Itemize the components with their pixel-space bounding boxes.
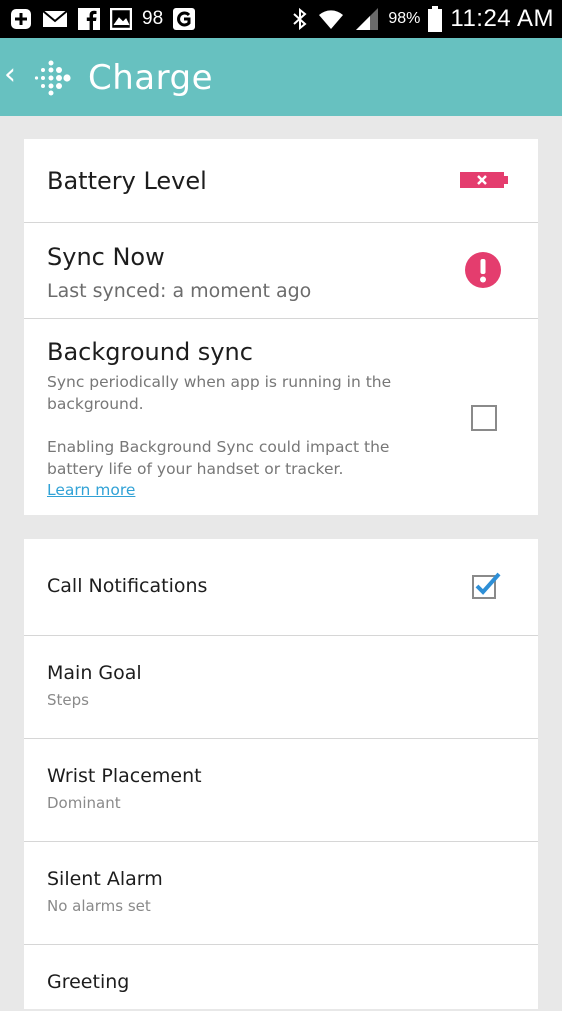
app-bar: ‹ Charge <box>0 38 562 116</box>
background-sync-warning: Enabling Background Sync could impact th… <box>47 438 390 478</box>
facebook-icon <box>78 8 100 30</box>
background-sync-row: Background sync Sync periodically when a… <box>24 319 538 515</box>
fitbit-logo-icon[interactable] <box>34 58 74 98</box>
main-goal-row[interactable]: Main Goal Steps <box>24 636 538 739</box>
chevron-left-icon[interactable]: ‹ <box>4 58 16 92</box>
call-notifications-row[interactable]: Call Notifications <box>24 539 538 636</box>
clock: 11:24 AM <box>450 5 554 32</box>
call-notifications-checkbox[interactable] <box>472 571 502 603</box>
silent-alarm-label: Silent Alarm <box>47 868 163 890</box>
status-bar-right: 98% 11:24 AM <box>292 0 554 38</box>
wrist-placement-value: Dominant <box>47 794 121 812</box>
g-icon <box>173 8 196 30</box>
status-bar-left: 98 <box>10 0 196 38</box>
temperature-text: 98 <box>142 8 164 29</box>
bluetooth-icon <box>292 7 308 31</box>
background-sync-label: Background sync <box>47 338 253 366</box>
silent-alarm-value: No alarms set <box>47 897 151 915</box>
mail-icon <box>42 9 68 29</box>
gallery-icon <box>110 8 132 30</box>
battery-icon <box>428 6 443 32</box>
background-sync-checkbox[interactable] <box>471 405 497 431</box>
wrist-placement-row[interactable]: Wrist Placement Dominant <box>24 739 538 842</box>
main-goal-label: Main Goal <box>47 662 142 684</box>
silent-alarm-row[interactable]: Silent Alarm No alarms set <box>24 842 538 945</box>
learn-more-link[interactable]: Learn more <box>47 481 135 499</box>
battery-percent: 98% <box>388 10 421 27</box>
sync-now-row[interactable]: Sync Now Last synced: a moment ago <box>24 223 538 319</box>
page-title: Charge <box>88 58 214 98</box>
battery-level-label: Battery Level <box>47 167 207 195</box>
plus-box-icon <box>10 8 32 30</box>
status-bar: 98 98% 11:24 AM <box>0 0 562 38</box>
last-synced-text: Last synced: a moment ago <box>47 280 312 302</box>
greeting-row[interactable]: Greeting <box>24 945 538 1011</box>
device-card: Battery Level Sync Now Last synced: a mo… <box>24 139 538 515</box>
settings-card: Call Notifications Main Goal Steps Wrist… <box>24 539 538 1009</box>
greeting-label: Greeting <box>47 971 130 993</box>
battery-level-row: Battery Level <box>24 139 538 223</box>
background-sync-description: Sync periodically when app is running in… <box>47 373 392 413</box>
wrist-placement-label: Wrist Placement <box>47 765 202 787</box>
signal-icon <box>354 8 380 30</box>
alert-icon[interactable] <box>464 251 502 293</box>
sync-now-label: Sync Now <box>47 243 165 271</box>
main-goal-value: Steps <box>47 691 89 709</box>
wifi-icon <box>316 7 346 31</box>
call-notifications-label: Call Notifications <box>47 575 208 597</box>
battery-empty-icon <box>460 171 508 193</box>
